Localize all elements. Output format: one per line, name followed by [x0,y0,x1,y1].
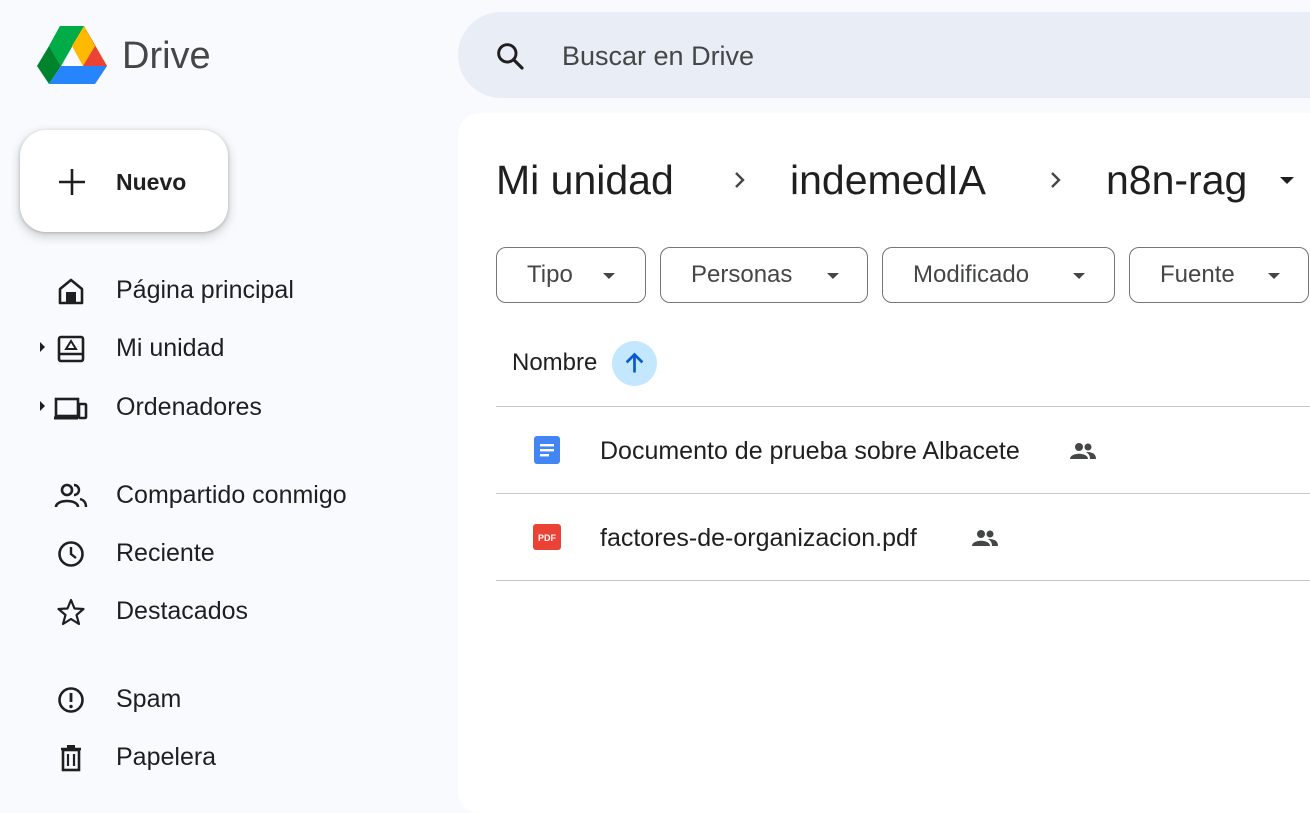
filter-chip-type[interactable]: Tipo [496,247,646,303]
filter-chip-label: Tipo [527,261,573,288]
sidebar-item-my-drive[interactable]: Mi unidad [0,323,440,373]
sidebar-item-label: Compartido conmigo [116,481,347,509]
sidebar-item-trash[interactable]: Papelera [0,732,440,782]
pdf-icon: PDF [533,524,561,550]
shared-icon [972,530,998,546]
trash-icon [61,745,81,772]
search-bar[interactable]: Buscar en Drive [458,12,1310,98]
clock-icon [58,541,84,567]
filter-chip-label: Fuente [1160,261,1235,288]
sidebar-item-label: Destacados [116,597,249,625]
sidebar-item-recent[interactable]: Reciente [0,528,440,578]
filter-chip-label: Modificado [913,261,1030,288]
file-row[interactable]: Documento de prueba sobre Albacete [496,407,1310,493]
shared-with-me-icon [54,483,88,508]
column-header-name[interactable]: Nombre [512,347,597,379]
chevron-down-icon [1268,273,1280,279]
file-name[interactable]: Documento de prueba sobre Albacete [600,436,1020,466]
sidebar-item-label: Papelera [116,743,217,771]
filter-chip-modified[interactable]: Modificado [882,247,1115,303]
sidebar-item-label: Reciente [116,539,215,567]
chevron-down-icon [827,273,839,279]
sidebar-item-label: Spam [116,685,182,713]
sidebar-item-home[interactable]: Página principal [0,265,440,315]
sidebar-item-computers[interactable]: Ordenadores [0,382,440,432]
plus-icon [59,169,85,195]
sidebar-item-starred[interactable]: Destacados [0,586,440,636]
search-input[interactable]: Buscar en Drive [562,40,754,72]
chevron-right-icon [1051,172,1061,188]
computers-icon [54,397,88,420]
my-drive-icon [57,335,85,363]
filter-chip-label: Personas [691,261,793,288]
breadcrumb-item-current-folder[interactable]: n8n-rag [1106,152,1247,208]
sidebar-item-label: Mi unidad [116,334,225,362]
app-title[interactable]: Drive [122,30,211,82]
star-icon [57,598,85,626]
sidebar-item-spam[interactable]: Spam [0,674,440,724]
home-icon [58,278,84,305]
svg-text:PDF: PDF [538,533,557,543]
search-icon[interactable] [494,40,526,72]
chevron-down-icon [1073,273,1085,279]
new-button-label: Nuevo [116,169,187,195]
breadcrumb-item-my-drive[interactable]: Mi unidad [496,152,674,208]
filter-chip-people[interactable]: Personas [660,247,868,303]
expand-arrow-icon[interactable] [40,401,45,411]
sidebar-item-label: Ordenadores [116,393,262,421]
google-doc-icon [534,436,560,464]
shared-icon [1070,443,1096,459]
divider [496,580,1310,581]
spam-icon [58,687,84,713]
sidebar-item-shared-with-me[interactable]: Compartido conmigo [0,470,440,520]
arrow-up-icon [625,352,644,373]
drive-logo-icon[interactable] [37,24,107,86]
folder-menu-caret-icon[interactable] [1280,177,1294,184]
chevron-down-icon [603,273,615,279]
breadcrumb-item-folder[interactable]: indemedIA [790,152,986,208]
file-name[interactable]: factores-de-organizacion.pdf [600,523,917,553]
chevron-right-icon [735,172,745,188]
new-button[interactable]: Nuevo [20,130,228,232]
expand-arrow-icon[interactable] [40,342,45,352]
sort-direction-button[interactable] [612,341,657,386]
file-row[interactable]: PDF factores-de-organizacion.pdf [496,494,1310,580]
filter-chip-source[interactable]: Fuente [1129,247,1309,303]
sidebar-item-label: Página principal [116,276,294,304]
